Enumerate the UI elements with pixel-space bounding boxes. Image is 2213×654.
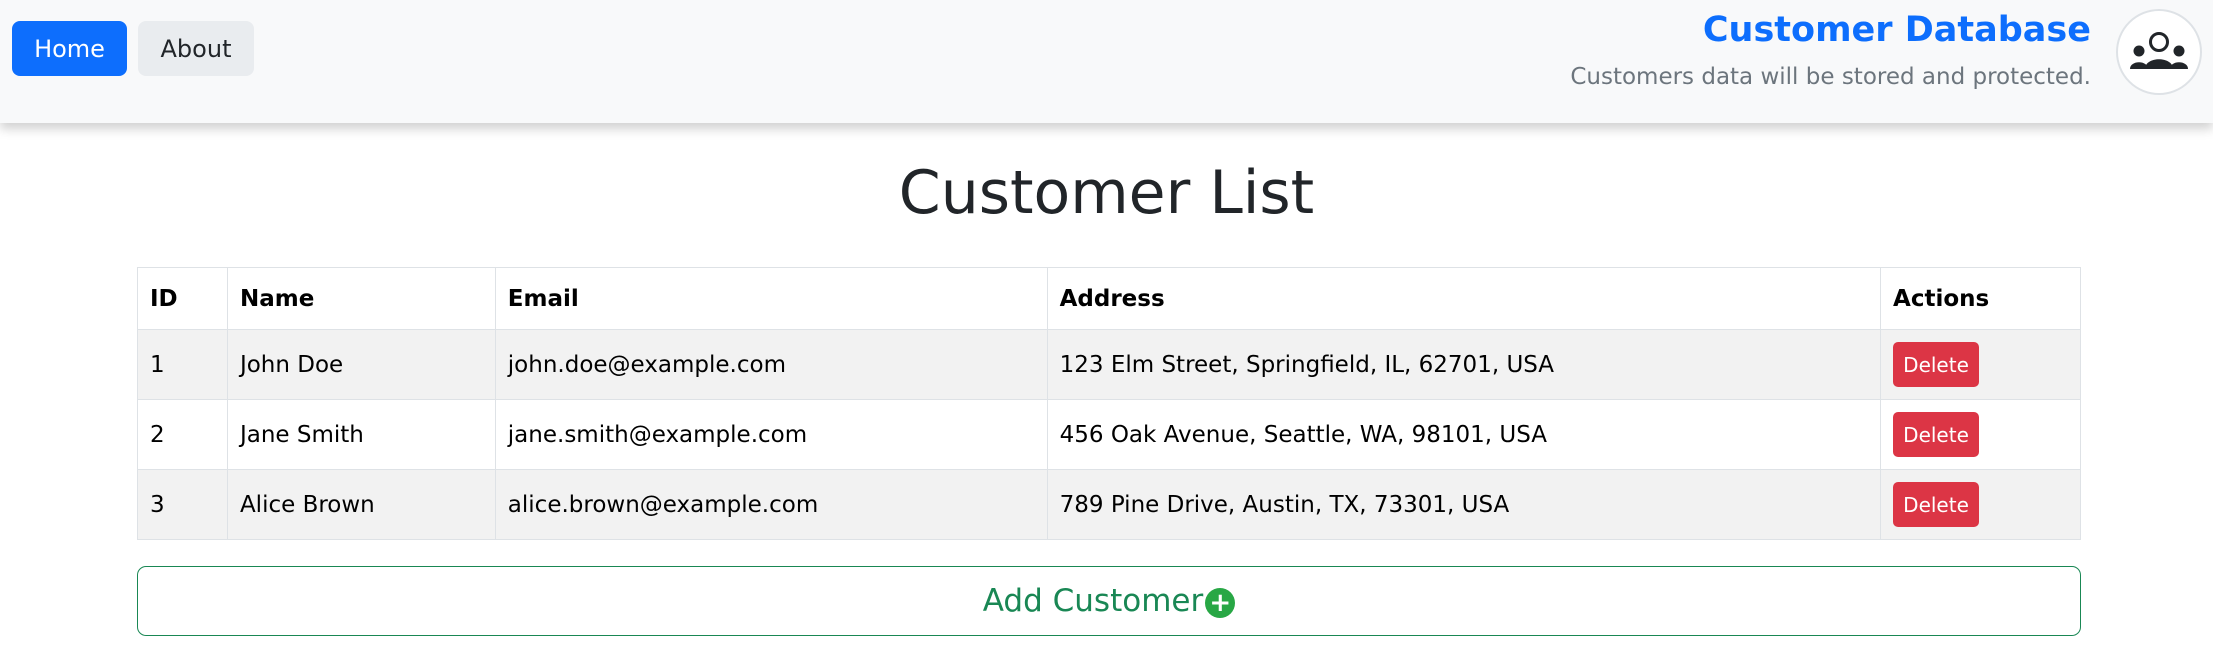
users-icon	[2130, 32, 2188, 69]
cell-email: john.doe@example.com	[494, 329, 1048, 400]
cell-id: 1	[137, 329, 228, 400]
cell-actions: Delete	[1880, 399, 2081, 470]
avatar[interactable]	[2116, 9, 2202, 95]
cell-name: Jane Smith	[226, 399, 496, 470]
plus-circle-icon: +	[1205, 588, 1236, 618]
column-header-email: Email	[494, 267, 1048, 330]
home-button[interactable]: Home	[12, 21, 127, 76]
customer-table: ID Name Email Address Actions 1 John Doe…	[137, 267, 2081, 540]
table-row: 2 Jane Smith jane.smith@example.com 456 …	[137, 399, 2081, 470]
about-button[interactable]: About	[138, 21, 254, 76]
cell-id: 3	[137, 469, 228, 540]
delete-button[interactable]: Delete	[1893, 412, 1980, 457]
cell-name: John Doe	[226, 329, 496, 400]
table-header-row: ID Name Email Address Actions	[137, 267, 2081, 330]
cell-actions: Delete	[1880, 469, 2081, 540]
add-customer-label: Add Customer	[982, 583, 1204, 619]
add-customer-button[interactable]: Add Customer +	[137, 566, 2081, 636]
column-header-id: ID	[137, 267, 228, 330]
brand-title: Customer Database	[1702, 10, 2091, 50]
delete-button[interactable]: Delete	[1893, 342, 1980, 387]
cell-address: 789 Pine Drive, Austin, TX, 73301, USA	[1046, 469, 1882, 540]
cell-address: 456 Oak Avenue, Seattle, WA, 98101, USA	[1046, 399, 1882, 470]
cell-name: Alice Brown	[226, 469, 496, 540]
navbar: Home About Customer Database Customers d…	[0, 0, 2213, 123]
cell-email: jane.smith@example.com	[494, 399, 1048, 470]
table-row: 3 Alice Brown alice.brown@example.com 78…	[137, 469, 2081, 540]
cell-address: 123 Elm Street, Springfield, IL, 62701, …	[1046, 329, 1882, 400]
cell-actions: Delete	[1880, 329, 2081, 400]
cell-id: 2	[137, 399, 228, 470]
column-header-actions: Actions	[1880, 267, 2081, 330]
delete-button[interactable]: Delete	[1893, 482, 1980, 527]
brand-subtitle: Customers data will be stored and protec…	[1570, 64, 2091, 90]
table-row: 1 John Doe john.doe@example.com 123 Elm …	[137, 329, 2081, 400]
column-header-address: Address	[1046, 267, 1882, 330]
column-header-name: Name	[226, 267, 496, 330]
cell-email: alice.brown@example.com	[494, 469, 1048, 540]
page-title: Customer List	[898, 158, 1315, 228]
